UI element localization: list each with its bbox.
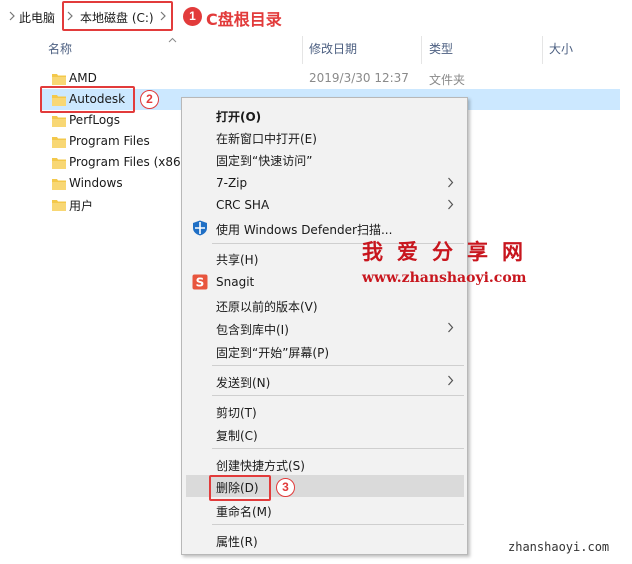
chevron-right-icon[interactable]	[8, 10, 16, 22]
menu-item-pin-quick-access[interactable]: 固定到“快速访问”	[186, 148, 464, 170]
file-name: Windows	[69, 176, 123, 190]
menu-item-label: 固定到“快速访问”	[216, 154, 313, 168]
column-header-name[interactable]: 名称	[48, 40, 72, 57]
folder-icon	[52, 177, 66, 190]
file-name: 用户	[69, 199, 94, 213]
menu-item-create-shortcut[interactable]: 创建快捷方式(S)	[186, 453, 464, 475]
menu-separator	[212, 395, 464, 396]
column-divider[interactable]	[542, 36, 543, 64]
menu-item-copy[interactable]: 复制(C)	[186, 423, 464, 445]
folder-icon	[52, 198, 66, 211]
file-type: 文件夹	[429, 73, 466, 87]
menu-item-restore-previous[interactable]: 还原以前的版本(V)	[186, 294, 464, 316]
menu-item-open-new-window[interactable]: 在新窗口中打开(E)	[186, 126, 464, 148]
annotation-box-delete	[209, 475, 271, 501]
menu-item-label: 打开(O)	[216, 110, 262, 124]
menu-item-rename[interactable]: 重命名(M)	[186, 499, 464, 521]
chevron-right-icon	[447, 199, 454, 213]
svg-text:S: S	[196, 276, 205, 290]
step-badge-3: 3	[276, 478, 295, 497]
watermark-title: 我爱分享网	[362, 240, 537, 264]
menu-item-7zip[interactable]: 7-Zip	[186, 172, 464, 194]
snagit-icon: S	[192, 274, 208, 290]
file-name: Program Files	[69, 134, 150, 148]
column-header-type[interactable]: 类型	[429, 40, 453, 57]
annotation-box-autodesk	[40, 86, 135, 113]
annotation-box-c-drive	[62, 1, 173, 31]
menu-item-pin-start[interactable]: 固定到“开始”屏幕(P)	[186, 340, 464, 362]
menu-item-label: 7-Zip	[216, 176, 248, 190]
menu-item-label: 剪切(T)	[216, 406, 257, 420]
menu-item-label: Snagit	[216, 275, 255, 289]
folder-icon	[52, 135, 66, 148]
menu-item-label: CRC SHA	[216, 198, 270, 212]
menu-item-label: 重命名(M)	[216, 505, 272, 519]
menu-item-label: 在新窗口中打开(E)	[216, 132, 317, 146]
menu-separator	[212, 365, 464, 366]
watermark-footer: zhanshaoyi.com	[508, 540, 610, 554]
folder-icon	[52, 156, 66, 169]
shield-icon	[192, 220, 208, 236]
column-divider[interactable]	[421, 36, 422, 64]
chevron-right-icon	[447, 375, 454, 389]
sort-up-icon	[168, 32, 177, 46]
annotation-label-c-root: C盘根目录	[206, 10, 282, 29]
column-divider[interactable]	[302, 36, 303, 64]
menu-separator	[212, 524, 464, 525]
menu-item-label: 复制(C)	[216, 429, 258, 443]
chevron-right-icon	[447, 322, 454, 336]
menu-item-open[interactable]: 打开(O)	[186, 104, 464, 126]
column-header-date[interactable]: 修改日期	[309, 40, 357, 57]
step-badge-1: 1	[183, 7, 202, 26]
folder-icon	[52, 114, 66, 127]
watermark-url: www.zhanshaoyi.com	[362, 270, 527, 286]
chevron-right-icon	[447, 177, 454, 191]
menu-item-crc-sha[interactable]: CRC SHA	[186, 194, 464, 216]
menu-separator	[212, 448, 464, 449]
menu-item-include-library[interactable]: 包含到库中(I)	[186, 317, 464, 339]
file-date: 2019/3/30 12:37	[309, 71, 409, 85]
file-name: PerfLogs	[69, 113, 121, 127]
menu-item-label: 发送到(N)	[216, 376, 271, 390]
menu-item-label: 还原以前的版本(V)	[216, 300, 318, 314]
menu-item-label: 共享(H)	[216, 253, 259, 267]
menu-item-label: 固定到“开始”屏幕(P)	[216, 346, 330, 360]
menu-item-label: 创建快捷方式(S)	[216, 459, 305, 473]
menu-item-label: 属性(R)	[216, 535, 258, 549]
menu-item-send-to[interactable]: 发送到(N)	[186, 370, 464, 392]
file-name: AMD	[69, 71, 97, 85]
step-badge-2: 2	[140, 90, 159, 109]
menu-item-label: 包含到库中(I)	[216, 323, 289, 337]
folder-icon	[52, 72, 66, 85]
menu-item-cut[interactable]: 剪切(T)	[186, 400, 464, 422]
column-header-size[interactable]: 大小	[549, 40, 573, 57]
file-name: Program Files (x86)	[69, 155, 186, 169]
menu-item-properties[interactable]: 属性(R)	[186, 529, 464, 551]
breadcrumb-this-pc[interactable]: 此电脑	[19, 9, 55, 26]
